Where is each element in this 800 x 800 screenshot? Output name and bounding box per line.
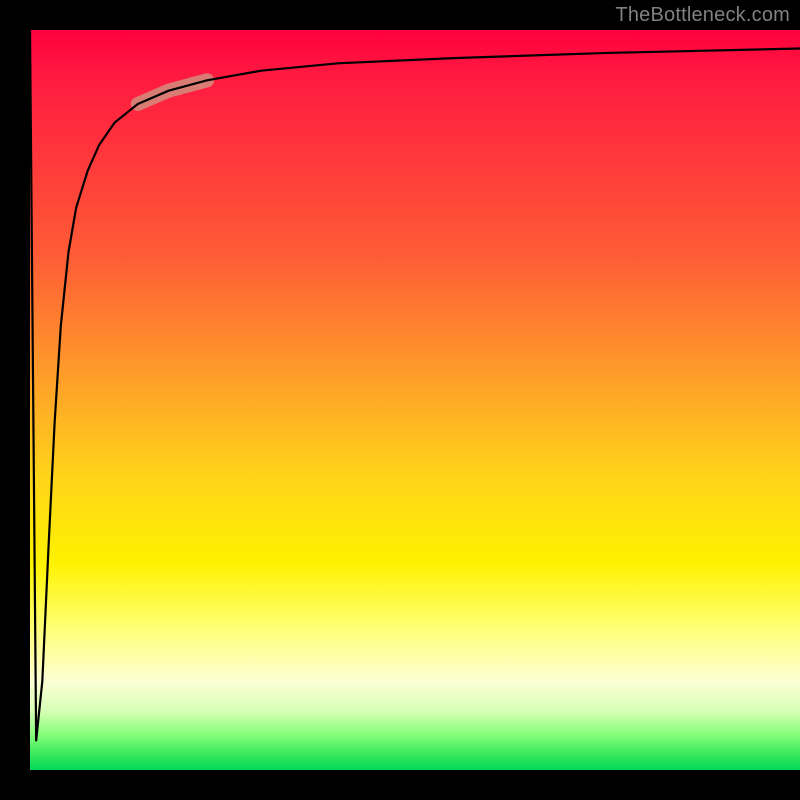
plot-area [30, 30, 800, 770]
curve-layer [30, 30, 800, 770]
chart-container: TheBottleneck.com [0, 0, 800, 800]
attribution-text: TheBottleneck.com [615, 4, 790, 27]
data-curve [30, 30, 800, 740]
